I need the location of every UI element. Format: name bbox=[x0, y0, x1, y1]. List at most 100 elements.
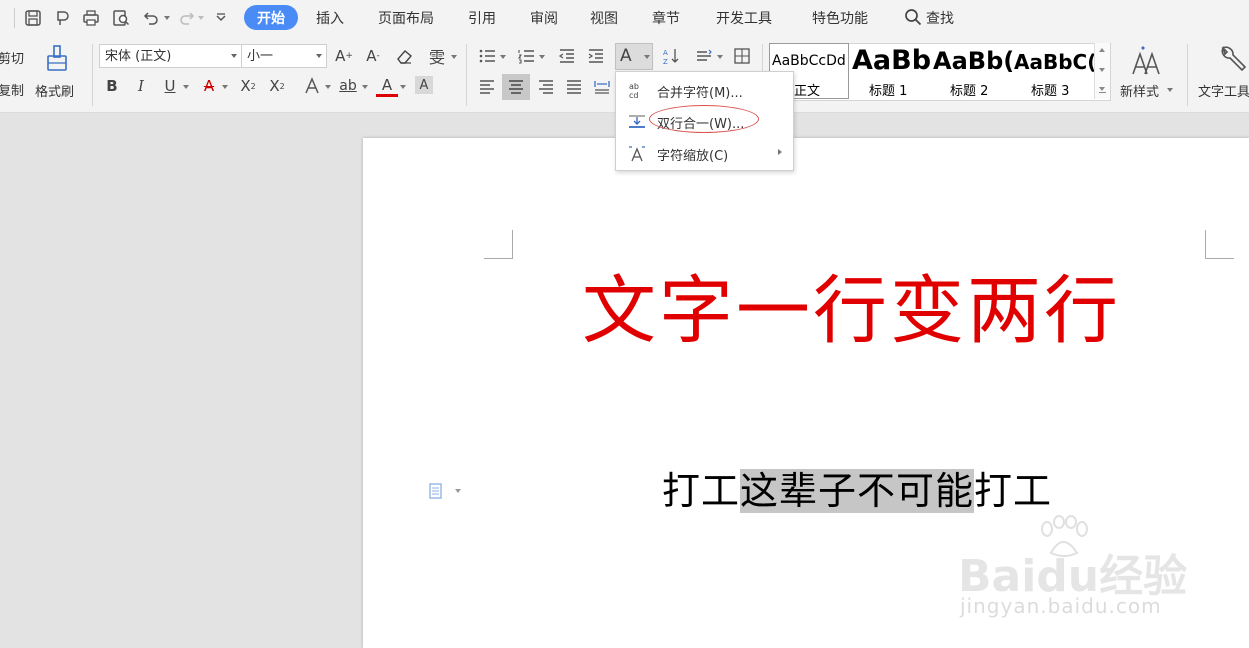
wrench-icon[interactable] bbox=[1217, 44, 1247, 74]
strikethrough-icon[interactable]: A bbox=[198, 75, 220, 97]
menu-item-character-scaling[interactable]: 字符缩放(C) bbox=[616, 139, 793, 167]
combine-characters-icon: ab cd bbox=[627, 81, 647, 100]
menu-item-two-lines-in-one[interactable]: 双行合一(W)... bbox=[616, 105, 793, 135]
tab-insert[interactable]: 插入 bbox=[316, 8, 344, 28]
phonetic-guide-icon[interactable]: 雯 bbox=[426, 45, 448, 67]
justify-icon[interactable] bbox=[563, 76, 585, 98]
style-heading-3[interactable]: AaBbC( 标题 3 bbox=[1014, 43, 1094, 99]
distributed-align-icon[interactable] bbox=[591, 76, 613, 98]
bullet-dropdown-icon[interactable] bbox=[500, 55, 506, 59]
underline-icon[interactable]: U bbox=[159, 75, 181, 97]
decrease-font-size-icon[interactable]: A- bbox=[362, 45, 384, 67]
chinese-layout-icon: A bbox=[620, 46, 632, 66]
phonetic-dropdown-icon[interactable] bbox=[451, 55, 457, 59]
style-heading-1[interactable]: AaBb 标题 1 bbox=[852, 43, 932, 99]
style-label: 正文 bbox=[794, 84, 821, 99]
subscript-icon[interactable]: X2 bbox=[266, 75, 288, 97]
style-label: 标题 2 bbox=[950, 84, 989, 99]
align-right-icon[interactable] bbox=[535, 76, 557, 98]
expand-gallery-icon[interactable] bbox=[1099, 85, 1106, 93]
copy-button[interactable]: 复制 bbox=[0, 80, 24, 99]
tab-chapter[interactable]: 章节 bbox=[652, 8, 680, 28]
character-shading-icon[interactable]: A bbox=[415, 76, 433, 94]
tab-home[interactable]: 开始 bbox=[244, 5, 298, 30]
submenu-arrow-icon bbox=[778, 149, 782, 155]
font-color-dropdown-icon[interactable] bbox=[400, 85, 406, 89]
undo-dropdown-icon[interactable] bbox=[164, 16, 170, 20]
superscript-icon[interactable]: X2 bbox=[237, 75, 259, 97]
borders-icon[interactable] bbox=[731, 45, 753, 67]
scroll-down-icon[interactable] bbox=[1099, 68, 1105, 72]
clear-format-icon[interactable] bbox=[393, 45, 415, 67]
menu-item-label: 字符缩放(C) bbox=[657, 149, 729, 164]
redo-dropdown-icon[interactable] bbox=[198, 16, 204, 20]
svg-text:Z: Z bbox=[663, 58, 668, 65]
increase-font-size-icon[interactable]: A + bbox=[333, 45, 355, 67]
decrease-indent-icon[interactable] bbox=[556, 45, 578, 67]
text-before-selection[interactable]: 打工 bbox=[662, 469, 740, 513]
tab-developer[interactable]: 开发工具 bbox=[716, 8, 772, 28]
tab-view[interactable]: 视图 bbox=[590, 8, 618, 28]
search-label[interactable]: 查找 bbox=[926, 8, 954, 28]
tab-references[interactable]: 引用 bbox=[468, 8, 496, 28]
align-center-icon[interactable] bbox=[502, 74, 530, 100]
highlight-circle bbox=[649, 105, 759, 133]
text-after-selection[interactable]: 打工 bbox=[974, 469, 1052, 513]
save-icon[interactable] bbox=[22, 7, 44, 29]
line-spacing-icon[interactable] bbox=[693, 45, 715, 67]
new-style-button[interactable]: 新样式 bbox=[1120, 81, 1159, 100]
document-title[interactable]: 文字一行变两行 bbox=[582, 263, 1121, 359]
increase-indent-icon[interactable] bbox=[585, 45, 607, 67]
style-heading-2[interactable]: AaBb( 标题 2 bbox=[933, 43, 1013, 99]
style-preview: AaBbC( bbox=[1014, 50, 1094, 74]
format-painter-button[interactable]: 格式刷 bbox=[35, 81, 74, 100]
numbered-dropdown-icon[interactable] bbox=[539, 55, 545, 59]
bold-icon[interactable]: B bbox=[101, 75, 123, 97]
bullet-list-icon[interactable] bbox=[476, 45, 498, 67]
format-painter-icon[interactable] bbox=[44, 44, 70, 74]
selected-text[interactable]: 这辈子不可能 bbox=[740, 469, 975, 513]
menu-item-label: 合并字符(M)... bbox=[657, 86, 743, 101]
highlight-dropdown-icon[interactable] bbox=[362, 85, 368, 89]
strikethrough-dropdown-icon[interactable] bbox=[222, 85, 228, 89]
font-size-select[interactable]: 小一 bbox=[241, 44, 327, 68]
numbered-list-icon[interactable] bbox=[515, 45, 537, 67]
font-color-icon[interactable]: A bbox=[376, 75, 398, 97]
menu-item-combine-characters[interactable]: ab cd 合并字符(M)... bbox=[616, 76, 793, 104]
font-family-select[interactable]: 宋体 (正文) bbox=[99, 44, 242, 68]
paragraph-layout-icon[interactable] bbox=[428, 482, 446, 500]
print-icon[interactable] bbox=[80, 7, 102, 29]
tab-special-features[interactable]: 特色功能 bbox=[812, 8, 868, 28]
tab-review[interactable]: 审阅 bbox=[530, 8, 558, 28]
text-effect-dropdown-icon[interactable] bbox=[325, 85, 331, 89]
text-tools-button[interactable]: 文字工具 bbox=[1198, 81, 1249, 100]
align-left-icon[interactable] bbox=[476, 76, 498, 98]
style-gallery-scrollbar[interactable] bbox=[1094, 43, 1110, 99]
font-size-value: 小一 bbox=[247, 49, 274, 64]
chinese-layout-button[interactable]: A bbox=[615, 43, 653, 70]
highlight-icon[interactable]: ab bbox=[337, 75, 359, 97]
underline-dropdown-icon[interactable] bbox=[183, 85, 189, 89]
text-effect-icon[interactable] bbox=[301, 75, 323, 97]
print-preview-icon[interactable] bbox=[110, 7, 132, 29]
scroll-up-icon[interactable] bbox=[1099, 48, 1105, 52]
document-body-line[interactable]: 打工这辈子不可能打工 bbox=[662, 465, 1052, 517]
cut-button[interactable]: 剪切 bbox=[0, 48, 24, 67]
sort-icon[interactable]: AZ bbox=[660, 45, 682, 67]
search-icon[interactable] bbox=[904, 8, 922, 26]
new-style-icon[interactable] bbox=[1130, 44, 1162, 76]
divider bbox=[1187, 44, 1188, 106]
paragraph-layout-dropdown-icon[interactable] bbox=[455, 489, 461, 493]
italic-icon[interactable]: I bbox=[130, 75, 152, 97]
tab-page-layout[interactable]: 页面布局 bbox=[378, 8, 434, 28]
divider bbox=[14, 8, 15, 28]
line-spacing-dropdown-icon[interactable] bbox=[717, 55, 723, 59]
undo-icon[interactable] bbox=[140, 7, 162, 29]
new-style-dropdown-icon[interactable] bbox=[1167, 88, 1173, 92]
output-pdf-icon[interactable] bbox=[52, 7, 74, 29]
redo-icon[interactable] bbox=[176, 7, 198, 29]
style-preview: AaBb bbox=[852, 45, 932, 76]
customize-toolbar-icon[interactable] bbox=[210, 7, 232, 29]
margin-corner-marker bbox=[484, 230, 513, 259]
chinese-layout-menu: ab cd 合并字符(M)... 双行合一(W)... 字符缩放(C) bbox=[615, 71, 794, 171]
